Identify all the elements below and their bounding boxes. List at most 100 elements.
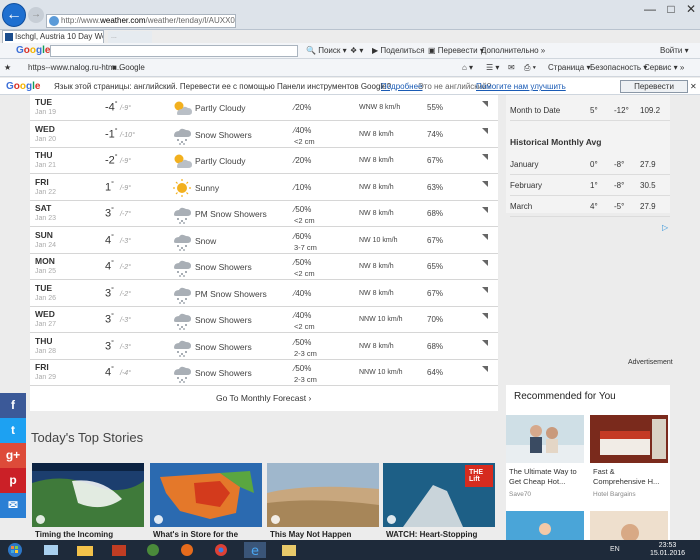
- address-bar[interactable]: http://www.weather.com/weather/tenday/l/…: [46, 14, 236, 28]
- story-title: This May Not Happen: [270, 530, 352, 539]
- translate-button[interactable]: Перевести: [620, 80, 688, 93]
- adchoices-icon[interactable]: ▷: [662, 223, 668, 232]
- clock[interactable]: 23:53 15.01.2016: [650, 542, 685, 558]
- firefox-icon[interactable]: [174, 542, 200, 558]
- home-icon[interactable]: ⌂ ▾: [462, 59, 473, 77]
- forecast-day: THU: [35, 335, 53, 346]
- forecast-day: FRI: [35, 362, 49, 372]
- email-icon[interactable]: ✉: [0, 493, 26, 518]
- googleplus-icon[interactable]: g+: [0, 443, 26, 468]
- forecast-row[interactable]: FRI Jan 22 1° /-9° Sunny ⁄10% NW 8 km/h 63%: [30, 175, 498, 201]
- forward-button[interactable]: →: [28, 7, 44, 23]
- signin-button[interactable]: Войти ▾: [660, 43, 689, 59]
- forecast-row[interactable]: WED Jan 20 -1°/-10° Snow Showers ⁄40% <2 cm NW…: [30, 122, 498, 148]
- internet-explorer-icon[interactable]: e: [242, 542, 268, 558]
- taskbar-app-icon[interactable]: [106, 542, 132, 558]
- explorer-icon[interactable]: [72, 542, 98, 558]
- forecast-date: Jan 27: [35, 321, 57, 328]
- translate-close-icon[interactable]: ✕: [690, 78, 697, 95]
- forecast-row[interactable]: FRI Jan 29 4° /-4° Snow Showers ⁄50% 2-3 cm NNW…: [30, 360, 498, 386]
- maximize-icon[interactable]: □: [667, 2, 674, 16]
- story-card[interactable]: THE Lift WATCH: Heart-Stopping: [383, 463, 495, 540]
- safety-menu[interactable]: Безопасность ▾: [590, 59, 647, 77]
- forecast-condition: Partly Cloudy: [195, 103, 246, 113]
- history-panel: Month to Date 5° -12° 109.2 Historical M…: [506, 95, 670, 217]
- expand-arrow-icon[interactable]: [482, 339, 488, 346]
- expand-arrow-icon[interactable]: [482, 260, 488, 266]
- chrome-icon[interactable]: [208, 542, 234, 558]
- share-button[interactable]: ▶ Поделиться: [372, 43, 425, 59]
- expand-arrow-icon[interactable]: [482, 180, 488, 187]
- taskbar-app-icon[interactable]: [140, 542, 166, 558]
- facebook-icon[interactable]: f: [0, 393, 26, 418]
- recommended-image: [506, 415, 584, 463]
- history-row-month-to-date: Month to Date 5° -12° 109.2: [510, 101, 670, 121]
- forecast-high: 4°: [105, 233, 114, 247]
- forecast-row[interactable]: SAT Jan 23 3° /-7° PM Snow Showers ⁄50% <2 cm N…: [30, 201, 498, 227]
- forecast-row[interactable]: TUE Jan 26 3° /-2° PM Snow Showers ⁄40% NW 8 k…: [30, 281, 498, 307]
- recommended-card[interactable]: Fast & Comprehensive H... Hotel Bargains: [590, 415, 668, 503]
- language-indicator[interactable]: EN: [610, 546, 620, 553]
- tab-new[interactable]: ...: [108, 31, 152, 43]
- forecast-row[interactable]: THU Jan 28 3° /-3° Snow Showers ⁄50% 2-3 cm NW …: [30, 334, 498, 360]
- taskbar-app-icon[interactable]: [38, 542, 64, 558]
- mail-icon[interactable]: ✉: [508, 59, 515, 77]
- expand-arrow-icon[interactable]: [482, 127, 488, 134]
- forecast-day: WED: [35, 309, 55, 319]
- forecast-row[interactable]: SUN Jan 24 4° /-3° Snow ⁄60% 3-7 cm NW 10 km/h 6…: [30, 228, 498, 254]
- forecast-high: 1°: [105, 180, 114, 194]
- taskbar-app-icon[interactable]: [276, 542, 302, 558]
- start-icon[interactable]: [2, 542, 28, 558]
- forecast-low: /-7°: [120, 211, 131, 218]
- advertisement-label: Advertisement: [628, 359, 673, 366]
- expand-arrow-icon[interactable]: [482, 286, 488, 293]
- forecast-low: /-4°: [120, 370, 131, 377]
- feed-icon[interactable]: ☰ ▾: [486, 59, 499, 77]
- favorite-link-nalog[interactable]: https--www.nalog.ru-htm...: [28, 59, 121, 77]
- recommended-image[interactable]: [506, 511, 584, 540]
- twitter-icon[interactable]: t: [0, 418, 26, 443]
- forecast-row[interactable]: MON Jan 25 4° /-2° Snow Showers ⁄50% <2 cm NW 8…: [30, 254, 498, 280]
- print-icon[interactable]: ⎙ ▾: [524, 59, 536, 77]
- forecast-humidity: 68%: [427, 209, 444, 218]
- expand-arrow-icon[interactable]: [482, 233, 488, 240]
- toolbar-settings-icon[interactable]: ❖ ▾: [350, 43, 363, 59]
- forecast-high: -1°: [105, 127, 118, 141]
- monthly-forecast-link[interactable]: Go To Monthly Forecast ›: [216, 393, 311, 403]
- story-card[interactable]: What's in Store for the: [150, 463, 262, 540]
- snow-icon: [174, 340, 191, 357]
- favorites-star-icon[interactable]: ★: [4, 59, 11, 77]
- pinterest-icon[interactable]: p: [0, 468, 26, 493]
- expand-arrow-icon[interactable]: [482, 313, 488, 319]
- story-card[interactable]: This May Not Happen: [267, 463, 379, 540]
- back-button[interactable]: ←: [2, 3, 26, 27]
- forecast-row[interactable]: TUE Jan 19 -4°/-9° Partly Cloudy ⁄20% WNW 8 k…: [30, 95, 498, 121]
- minimize-icon[interactable]: —: [644, 2, 656, 16]
- expand-arrow-icon[interactable]: [482, 101, 488, 107]
- google-search-input[interactable]: [50, 45, 298, 57]
- forecast-day: WED: [35, 123, 55, 134]
- forecast-row[interactable]: THU Jan 21 -2°/-9° Partly Cloudy ⁄20% NW 8 km…: [30, 148, 498, 174]
- expand-arrow-icon[interactable]: [482, 207, 488, 213]
- expand-arrow-icon[interactable]: [482, 154, 488, 160]
- forecast-row[interactable]: WED Jan 27 3° /-3° Snow Showers ⁄40% <2 cm NNW …: [30, 307, 498, 333]
- tab-weather[interactable]: Ischgl, Austria 10 Day Weat...: [2, 30, 104, 43]
- recommended-image[interactable]: [590, 511, 668, 540]
- forecast-date: Jan 28: [35, 347, 57, 355]
- more-button[interactable]: Дополнительно »: [481, 43, 545, 59]
- favorite-link-google[interactable]: ■ Google: [112, 59, 145, 77]
- close-icon[interactable]: ✕: [686, 2, 696, 16]
- page-menu[interactable]: Страница ▾: [548, 59, 591, 77]
- forecast-day: THU: [35, 150, 53, 160]
- the-lift-badge: THE Lift: [469, 469, 483, 483]
- story-card[interactable]: Timing the Incoming: [32, 463, 144, 540]
- improve-link[interactable]: Помогите нам улучшить: [476, 78, 566, 95]
- recommended-card[interactable]: The Ultimate Way to Get Cheap Hot... Sav…: [506, 415, 584, 503]
- tools-menu[interactable]: Сервис ▾ »: [644, 59, 684, 77]
- expand-arrow-icon[interactable]: [482, 366, 488, 372]
- translate-details-link[interactable]: Подробнее: [381, 78, 423, 95]
- translate-toolbar-button[interactable]: ▣ Перевести ▾: [428, 43, 484, 59]
- google-search-button[interactable]: 🔍 Поиск ▾: [306, 43, 347, 59]
- forecast-high: 3°: [105, 313, 114, 326]
- history-hi: 5°: [590, 106, 598, 115]
